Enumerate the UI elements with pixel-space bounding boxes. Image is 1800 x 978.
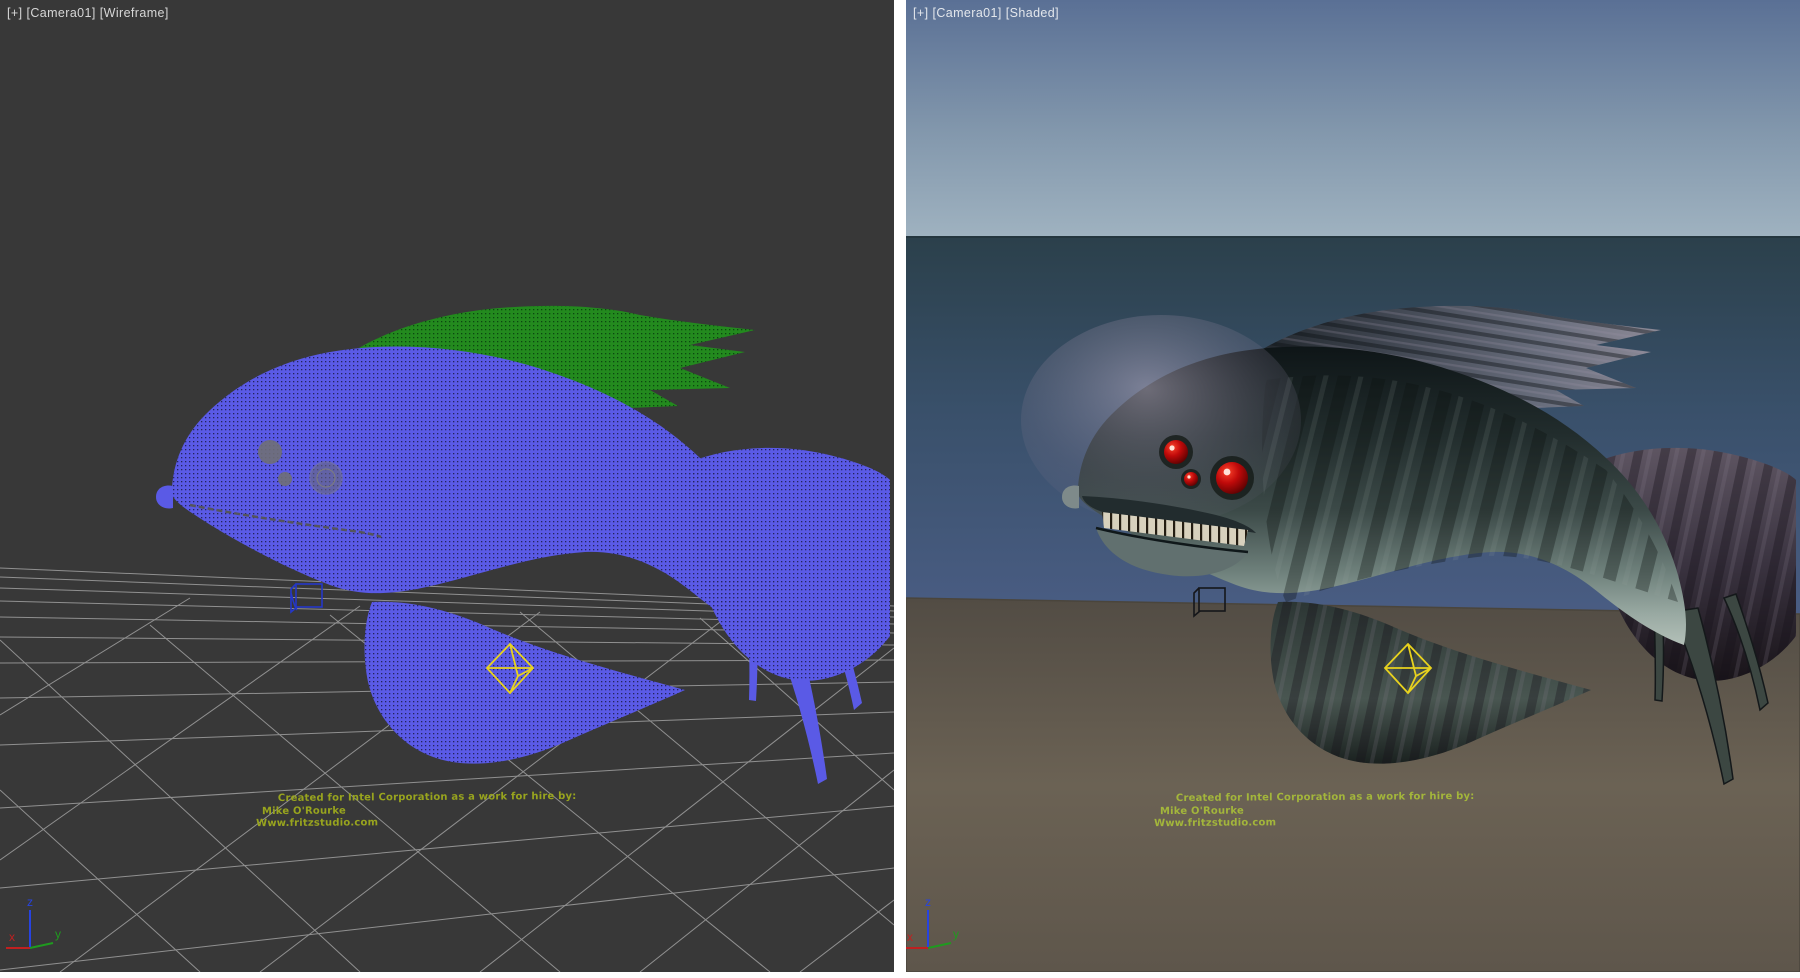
viewport-canvas: z x y [0,0,1800,978]
credit-line-3: Www.fritzstudio.com [1154,816,1484,831]
credit-text-right: Created for Intel Corporation as a work … [1154,791,1484,831]
axis-x-label: x [9,930,15,944]
credit-line-1: Created for Intel Corporation as a work … [1176,791,1484,806]
viewport-label-left: [+] [Camera01] [Wireframe] [7,6,173,20]
axis-z-label: z [27,895,33,909]
axis-x-label: x [907,930,913,944]
shading-mode-label[interactable]: [Wireframe] [100,6,169,20]
axis-z-label: z [925,895,931,909]
camera-label[interactable]: [Camera01] [26,6,95,20]
credit-line-1: Created for Intel Corporation as a work … [278,791,586,806]
viewport-splitter[interactable] [894,0,906,978]
axis-y-label: y [55,927,61,941]
credit-text-left: Created for Intel Corporation as a work … [256,791,586,831]
credit-line-3: Www.fritzstudio.com [256,816,586,831]
viewport-menu-button[interactable]: [+] [913,6,928,20]
viewport-menu-button[interactable]: [+] [7,6,22,20]
viewport-label-right: [+] [Camera01] [Shaded] [913,6,1063,20]
sky [906,0,1800,237]
camera-label[interactable]: [Camera01] [932,6,1001,20]
axis-y-label: y [953,927,959,941]
horizon-line [906,236,1800,238]
shading-mode-label[interactable]: [Shaded] [1006,6,1059,20]
dual-viewport-window: z x y [0,0,1800,978]
bottom-border [0,972,1800,978]
